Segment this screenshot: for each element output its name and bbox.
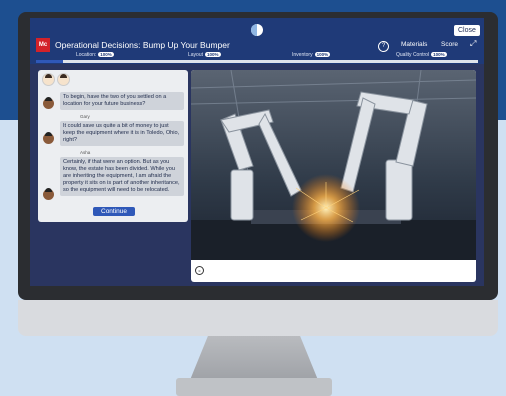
continue-button[interactable]: Continue [93,207,136,216]
chat-message: To begin, have the two of you settled on… [60,92,184,110]
avatar [43,97,54,109]
stat-layout: Layout 100% [188,52,221,58]
close-button[interactable]: Close [454,25,480,36]
avatar [57,73,70,86]
chat-message: Certainly, if that were an option. But a… [60,157,184,196]
speaker-name: Asha [80,150,91,155]
app-screen: Close Mc Operational Decisions: Bump Up … [30,18,484,286]
caption-icon[interactable]: c [195,266,204,275]
brand-logo: Mc [36,38,50,52]
app-header: Close Mc Operational Decisions: Bump Up … [30,18,484,64]
chat-panel: To begin, have the two of you settled on… [38,70,188,222]
monitor-chin [18,300,498,336]
speaker-name: Gary [80,114,90,119]
page-title: Operational Decisions: Bump Up Your Bump… [55,40,230,50]
avatar [42,73,55,86]
stats-bar: Location: 100% Layout 100% Inventory 100% Q… [30,52,484,60]
avatar [43,132,54,144]
help-icon[interactable]: ? [378,41,389,52]
progress-bar [36,60,478,63]
avatar [43,188,54,200]
loading-icon [251,24,263,36]
monitor-stand-foot [176,378,332,396]
robotic-arms-photo [191,70,476,260]
score-link[interactable]: Score [441,41,458,48]
participant-avatars [42,73,72,91]
materials-link[interactable]: Materials [401,41,427,48]
monitor-stand-neck [190,336,318,380]
chat-message: It could save us quite a bit of money to… [60,121,184,146]
stat-quality-control: Quality Control 100% [396,52,447,58]
image-panel: c [191,70,476,282]
progress-fill [36,60,63,63]
stat-location: Location: 100% [76,52,114,58]
expand-icon[interactable]: ⤢ [470,39,476,49]
stat-inventory: Inventory 100% [292,52,331,58]
